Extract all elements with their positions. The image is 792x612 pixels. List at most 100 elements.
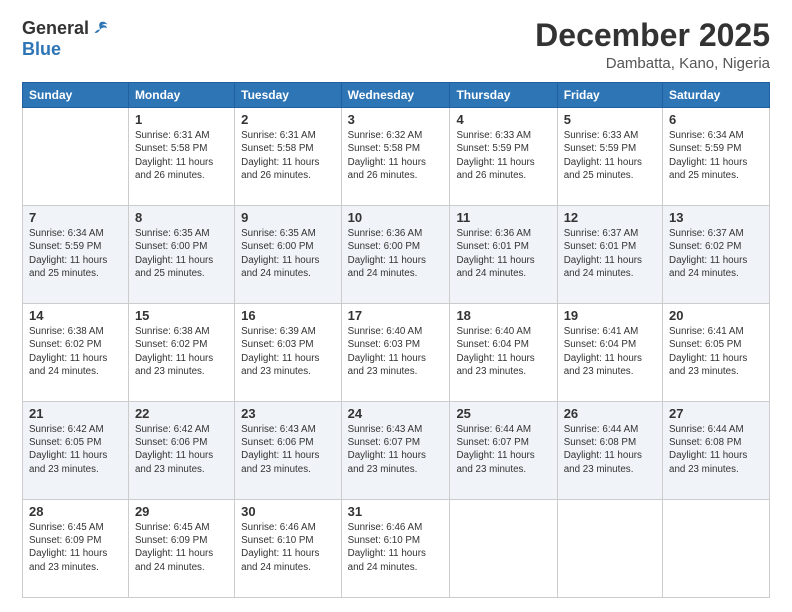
day-number: 24 (348, 406, 444, 421)
calendar-day-header: Friday (557, 83, 662, 108)
day-info: Sunrise: 6:42 AMSunset: 6:05 PMDaylight:… (29, 423, 122, 476)
day-number: 4 (456, 112, 550, 127)
calendar-cell: 12 Sunrise: 6:37 AMSunset: 6:01 PMDayligh… (557, 206, 662, 304)
day-info: Sunrise: 6:31 AMSunset: 5:58 PMDaylight:… (135, 129, 228, 182)
day-info: Sunrise: 6:33 AMSunset: 5:59 PMDaylight:… (456, 129, 550, 182)
day-number: 6 (669, 112, 763, 127)
calendar-week-row: 21 Sunrise: 6:42 AMSunset: 6:05 PMDayligh… (23, 402, 770, 500)
day-info: Sunrise: 6:46 AMSunset: 6:10 PMDaylight:… (348, 521, 444, 574)
calendar-cell: 8Sunrise: 6:35 AMSunset: 6:00 PMDaylight… (128, 206, 234, 304)
day-number: 13 (669, 210, 763, 225)
calendar-cell: 26 Sunrise: 6:44 AMSunset: 6:08 PMDayligh… (557, 402, 662, 500)
day-info: Sunrise: 6:34 AMSunset: 5:59 PMDaylight:… (669, 129, 763, 182)
day-info: Sunrise: 6:40 AMSunset: 6:04 PMDaylight:… (456, 325, 550, 378)
calendar-cell: 7Sunrise: 6:34 AMSunset: 5:59 PMDaylight… (23, 206, 129, 304)
day-number: 17 (348, 308, 444, 323)
day-number: 10 (348, 210, 444, 225)
calendar-cell: 30Sunrise: 6:46 AMSunset: 6:10 PMDayligh… (235, 500, 342, 598)
calendar-cell: 24 Sunrise: 6:43 AMSunset: 6:07 PMDayligh… (341, 402, 450, 500)
day-number: 16 (241, 308, 335, 323)
day-number: 12 (564, 210, 656, 225)
calendar-cell (450, 500, 557, 598)
day-info: Sunrise: 6:44 AMSunset: 6:08 PMDaylight:… (564, 423, 656, 476)
header: General Blue December 2025 Dambatta, Kan… (22, 18, 770, 72)
day-number: 19 (564, 308, 656, 323)
logo-blue-text: Blue (22, 39, 61, 60)
day-number: 22 (135, 406, 228, 421)
day-info: Sunrise: 6:33 AMSunset: 5:59 PMDaylight:… (564, 129, 656, 182)
calendar-header-row: SundayMondayTuesdayWednesdayThursdayFrid… (23, 83, 770, 108)
calendar-cell: 17Sunrise: 6:40 AMSunset: 6:03 PMDayligh… (341, 304, 450, 402)
calendar-day-header: Saturday (663, 83, 770, 108)
page: General Blue December 2025 Dambatta, Kan… (0, 0, 792, 612)
day-info: Sunrise: 6:41 AMSunset: 6:04 PMDaylight:… (564, 325, 656, 378)
calendar-cell (663, 500, 770, 598)
calendar-cell: 3 Sunrise: 6:32 AMSunset: 5:58 PMDaylight… (341, 108, 450, 206)
day-number: 3 (348, 112, 444, 127)
day-number: 5 (564, 112, 656, 127)
calendar-cell: 19 Sunrise: 6:41 AMSunset: 6:04 PMDayligh… (557, 304, 662, 402)
day-info: Sunrise: 6:45 AMSunset: 6:09 PMDaylight:… (29, 521, 122, 574)
day-info: Sunrise: 6:36 AMSunset: 6:00 PMDaylight:… (348, 227, 444, 280)
day-number: 9 (241, 210, 335, 225)
calendar-cell: 28 Sunrise: 6:45 AMSunset: 6:09 PMDayligh… (23, 500, 129, 598)
calendar-cell: 6 Sunrise: 6:34 AMSunset: 5:59 PMDaylight… (663, 108, 770, 206)
calendar-cell: 4 Sunrise: 6:33 AMSunset: 5:59 PMDaylight… (450, 108, 557, 206)
calendar-cell: 1 Sunrise: 6:31 AMSunset: 5:58 PMDaylight… (128, 108, 234, 206)
day-number: 7 (29, 210, 122, 225)
day-number: 26 (564, 406, 656, 421)
logo-general-text: General (22, 18, 89, 39)
calendar-cell: 10 Sunrise: 6:36 AMSunset: 6:00 PMDayligh… (341, 206, 450, 304)
day-number: 30 (241, 504, 335, 519)
day-number: 20 (669, 308, 763, 323)
day-number: 29 (135, 504, 228, 519)
title-section: December 2025 Dambatta, Kano, Nigeria (535, 18, 770, 72)
day-info: Sunrise: 6:37 AMSunset: 6:01 PMDaylight:… (564, 227, 656, 280)
day-number: 14 (29, 308, 122, 323)
day-info: Sunrise: 6:39 AMSunset: 6:03 PMDaylight:… (241, 325, 335, 378)
calendar-cell: 25Sunrise: 6:44 AMSunset: 6:07 PMDayligh… (450, 402, 557, 500)
day-number: 31 (348, 504, 444, 519)
day-info: Sunrise: 6:38 AMSunset: 6:02 PMDaylight:… (29, 325, 122, 378)
calendar-cell: 18 Sunrise: 6:40 AMSunset: 6:04 PMDayligh… (450, 304, 557, 402)
day-number: 28 (29, 504, 122, 519)
calendar-day-header: Sunday (23, 83, 129, 108)
day-number: 27 (669, 406, 763, 421)
day-number: 2 (241, 112, 335, 127)
calendar-week-row: 1 Sunrise: 6:31 AMSunset: 5:58 PMDaylight… (23, 108, 770, 206)
calendar-cell: 13 Sunrise: 6:37 AMSunset: 6:02 PMDayligh… (663, 206, 770, 304)
day-info: Sunrise: 6:44 AMSunset: 6:07 PMDaylight:… (456, 423, 550, 476)
day-info: Sunrise: 6:38 AMSunset: 6:02 PMDaylight:… (135, 325, 228, 378)
day-number: 8 (135, 210, 228, 225)
day-number: 11 (456, 210, 550, 225)
day-number: 1 (135, 112, 228, 127)
calendar-cell: 27 Sunrise: 6:44 AMSunset: 6:08 PMDayligh… (663, 402, 770, 500)
calendar-day-header: Tuesday (235, 83, 342, 108)
day-number: 18 (456, 308, 550, 323)
day-info: Sunrise: 6:35 AMSunset: 6:00 PMDaylight:… (241, 227, 335, 280)
calendar-cell: 9 Sunrise: 6:35 AMSunset: 6:00 PMDaylight… (235, 206, 342, 304)
day-info: Sunrise: 6:45 AMSunset: 6:09 PMDaylight:… (135, 521, 228, 574)
day-info: Sunrise: 6:31 AMSunset: 5:58 PMDaylight:… (241, 129, 335, 182)
calendar-week-row: 7Sunrise: 6:34 AMSunset: 5:59 PMDaylight… (23, 206, 770, 304)
calendar-cell: 23Sunrise: 6:43 AMSunset: 6:06 PMDayligh… (235, 402, 342, 500)
calendar-cell: 20 Sunrise: 6:41 AMSunset: 6:05 PMDayligh… (663, 304, 770, 402)
calendar-cell (23, 108, 129, 206)
day-info: Sunrise: 6:32 AMSunset: 5:58 PMDaylight:… (348, 129, 444, 182)
subtitle: Dambatta, Kano, Nigeria (535, 55, 770, 72)
calendar-table: SundayMondayTuesdayWednesdayThursdayFrid… (22, 82, 770, 598)
calendar-cell: 14 Sunrise: 6:38 AMSunset: 6:02 PMDayligh… (23, 304, 129, 402)
day-info: Sunrise: 6:43 AMSunset: 6:07 PMDaylight:… (348, 423, 444, 476)
calendar-cell: 15 Sunrise: 6:38 AMSunset: 6:02 PMDayligh… (128, 304, 234, 402)
calendar-week-row: 28 Sunrise: 6:45 AMSunset: 6:09 PMDayligh… (23, 500, 770, 598)
day-info: Sunrise: 6:43 AMSunset: 6:06 PMDaylight:… (241, 423, 335, 476)
day-info: Sunrise: 6:41 AMSunset: 6:05 PMDaylight:… (669, 325, 763, 378)
logo: General Blue (22, 18, 109, 60)
day-info: Sunrise: 6:44 AMSunset: 6:08 PMDaylight:… (669, 423, 763, 476)
day-number: 15 (135, 308, 228, 323)
day-number: 21 (29, 406, 122, 421)
calendar-day-header: Monday (128, 83, 234, 108)
calendar-cell (557, 500, 662, 598)
day-info: Sunrise: 6:37 AMSunset: 6:02 PMDaylight:… (669, 227, 763, 280)
main-title: December 2025 (535, 18, 770, 53)
